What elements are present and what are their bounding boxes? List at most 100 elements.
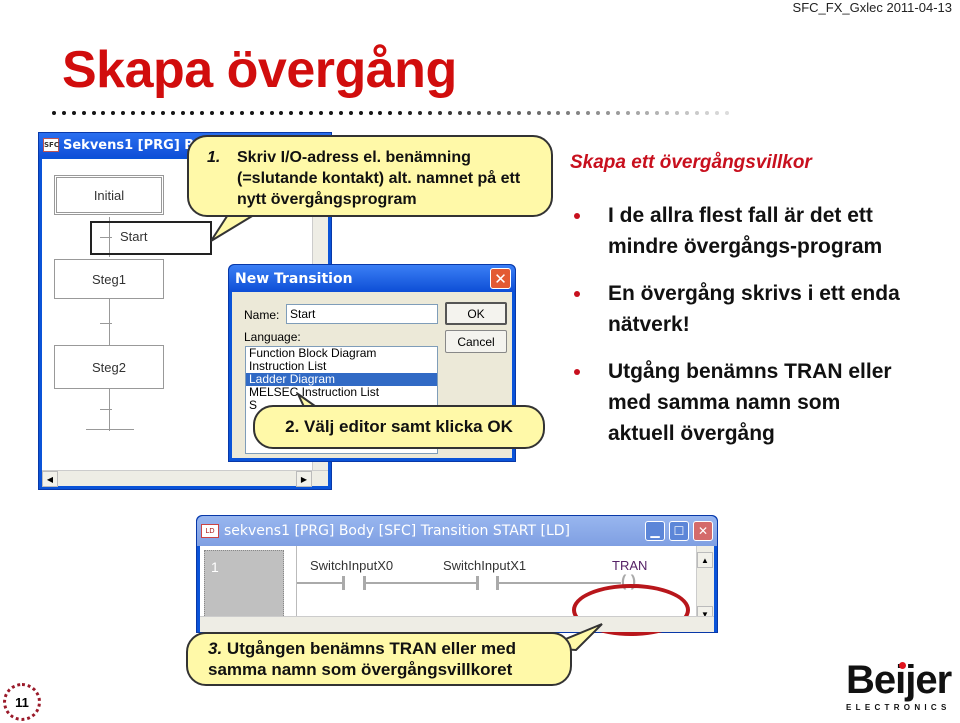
sfc-connector	[109, 389, 110, 431]
sfc-step-steg1[interactable]: Steg1	[54, 259, 164, 299]
sfc-step-steg2[interactable]: Steg2	[54, 345, 164, 389]
dialog-title: New Transition	[235, 270, 353, 287]
divider-dot	[635, 111, 640, 115]
language-option-selected[interactable]: Ladder Diagram	[246, 373, 437, 386]
dialog-titlebar[interactable]: New Transition ✕	[229, 265, 515, 292]
sfc-step-initial[interactable]: Initial	[54, 175, 164, 215]
step-label: Steg2	[92, 359, 126, 375]
divider-dot	[319, 111, 324, 115]
cancel-button[interactable]: Cancel	[445, 330, 507, 353]
divider-dot	[101, 111, 106, 115]
coil-label[interactable]: TRAN	[612, 558, 647, 573]
divider-dot	[210, 111, 215, 115]
divider-dot	[487, 111, 492, 115]
minimize-button[interactable]: ▁	[645, 521, 665, 541]
contact-label[interactable]: SwitchInputX0	[310, 558, 393, 573]
sfc-horizontal-scrollbar[interactable]: ◀ ▶	[42, 470, 328, 487]
page-title: Skapa övergång	[62, 41, 457, 99]
divider-dot	[279, 111, 284, 115]
divider-dot	[467, 111, 472, 115]
divider-dot	[625, 111, 630, 115]
divider-dot	[190, 111, 195, 115]
document-id: SFC_FX_Gxlec 2011-04-13	[792, 0, 952, 15]
scroll-up-icon[interactable]: ▲	[697, 552, 713, 568]
name-label: Name:	[244, 308, 280, 322]
divider-dot	[378, 111, 383, 115]
contact-no-icon	[342, 576, 345, 590]
divider-dot	[615, 111, 620, 115]
divider-dot	[526, 111, 531, 115]
sfc-transition-start[interactable]: Start	[90, 221, 212, 255]
bullet-item: Utgång benämns TRAN eller med samma namn…	[570, 356, 910, 449]
divider-dot	[141, 111, 146, 115]
ok-button[interactable]: OK	[445, 302, 507, 325]
ladder-canvas[interactable]: 1 SwitchInputX0 SwitchInputX1 TRAN ( ) ▲…	[200, 546, 714, 636]
subheading: Skapa ett övergångsvillkor	[570, 152, 812, 173]
divider-dot	[81, 111, 86, 115]
callout-2-text: 2. Välj editor samt klicka OK	[285, 417, 513, 436]
rung-number: 1	[204, 550, 284, 622]
divider-dot	[220, 111, 225, 115]
beijer-logo: Beijer ELECTRONICS	[846, 660, 958, 712]
divider-dot	[259, 111, 264, 115]
divider-dot	[685, 111, 689, 115]
divider-dot	[694, 111, 699, 115]
divider-dot	[546, 111, 551, 115]
title-divider-dots	[52, 111, 734, 115]
language-option[interactable]: Instruction List	[246, 360, 437, 373]
callout-1-text: Skriv I/O-adress el. benämning (=slutand…	[237, 149, 521, 208]
maximize-button[interactable]: ☐	[669, 521, 689, 541]
bullet-dot-icon	[574, 369, 580, 375]
ld-horizontal-scrollbar[interactable]	[200, 616, 714, 632]
language-label: Language:	[244, 330, 301, 344]
divider-dot	[675, 111, 680, 115]
divider-dot	[388, 111, 393, 115]
scroll-left-icon[interactable]: ◀	[42, 471, 58, 487]
rung-wire	[366, 582, 476, 584]
language-option[interactable]: Function Block Diagram	[246, 347, 437, 360]
rung-wire	[297, 582, 342, 584]
ld-vertical-scrollbar[interactable]: ▲ ▼	[696, 546, 714, 626]
name-input[interactable]: Start	[286, 304, 438, 324]
divider-dot	[447, 111, 452, 115]
bullet-text: Utgång benämns TRAN eller med samma namn…	[608, 360, 892, 445]
close-icon[interactable]: ✕	[490, 268, 511, 289]
divider-dot	[52, 111, 56, 115]
divider-dot	[665, 111, 670, 115]
divider-dot	[131, 111, 136, 115]
callout-3-number: 3.	[208, 639, 223, 658]
divider-dot	[566, 111, 571, 115]
divider-dot	[61, 111, 66, 115]
bullet-list: I de allra flest fall är det ett mindre …	[570, 200, 910, 465]
contact-label[interactable]: SwitchInputX1	[443, 558, 526, 573]
divider-dot	[556, 111, 561, 115]
divider-dot	[368, 111, 373, 115]
divider-dot	[417, 111, 422, 115]
bullet-dot-icon	[574, 291, 580, 297]
divider-dot	[328, 111, 333, 115]
divider-dot	[299, 111, 304, 115]
divider-dot	[230, 111, 235, 115]
divider-dot	[457, 111, 462, 115]
ld-app-icon: LD	[201, 524, 219, 538]
divider-dot	[714, 111, 719, 115]
ld-window-title: sekvens1 [PRG] Body [SFC] Transition STA…	[224, 523, 571, 539]
sfc-end-line	[86, 429, 134, 430]
divider-dot	[724, 111, 729, 115]
logo-subtitle: ELECTRONICS	[846, 703, 951, 712]
divider-dot	[576, 111, 581, 115]
divider-dot	[121, 111, 126, 115]
divider-dot	[497, 111, 502, 115]
divider-dot	[348, 111, 353, 115]
sfc-transition-mark	[100, 409, 112, 410]
divider-dot	[289, 111, 294, 115]
scroll-right-icon[interactable]: ▶	[296, 471, 312, 487]
divider-dot	[150, 111, 155, 115]
divider-dot	[477, 111, 482, 115]
divider-dot	[536, 111, 541, 115]
close-button[interactable]: ✕	[693, 521, 713, 541]
divider-dot	[645, 111, 650, 115]
divider-dot	[249, 111, 254, 115]
ld-window-titlebar[interactable]: LD sekvens1 [PRG] Body [SFC] Transition …	[197, 516, 717, 546]
callout-3-text: Utgången benämns TRAN eller med samma na…	[208, 639, 516, 679]
